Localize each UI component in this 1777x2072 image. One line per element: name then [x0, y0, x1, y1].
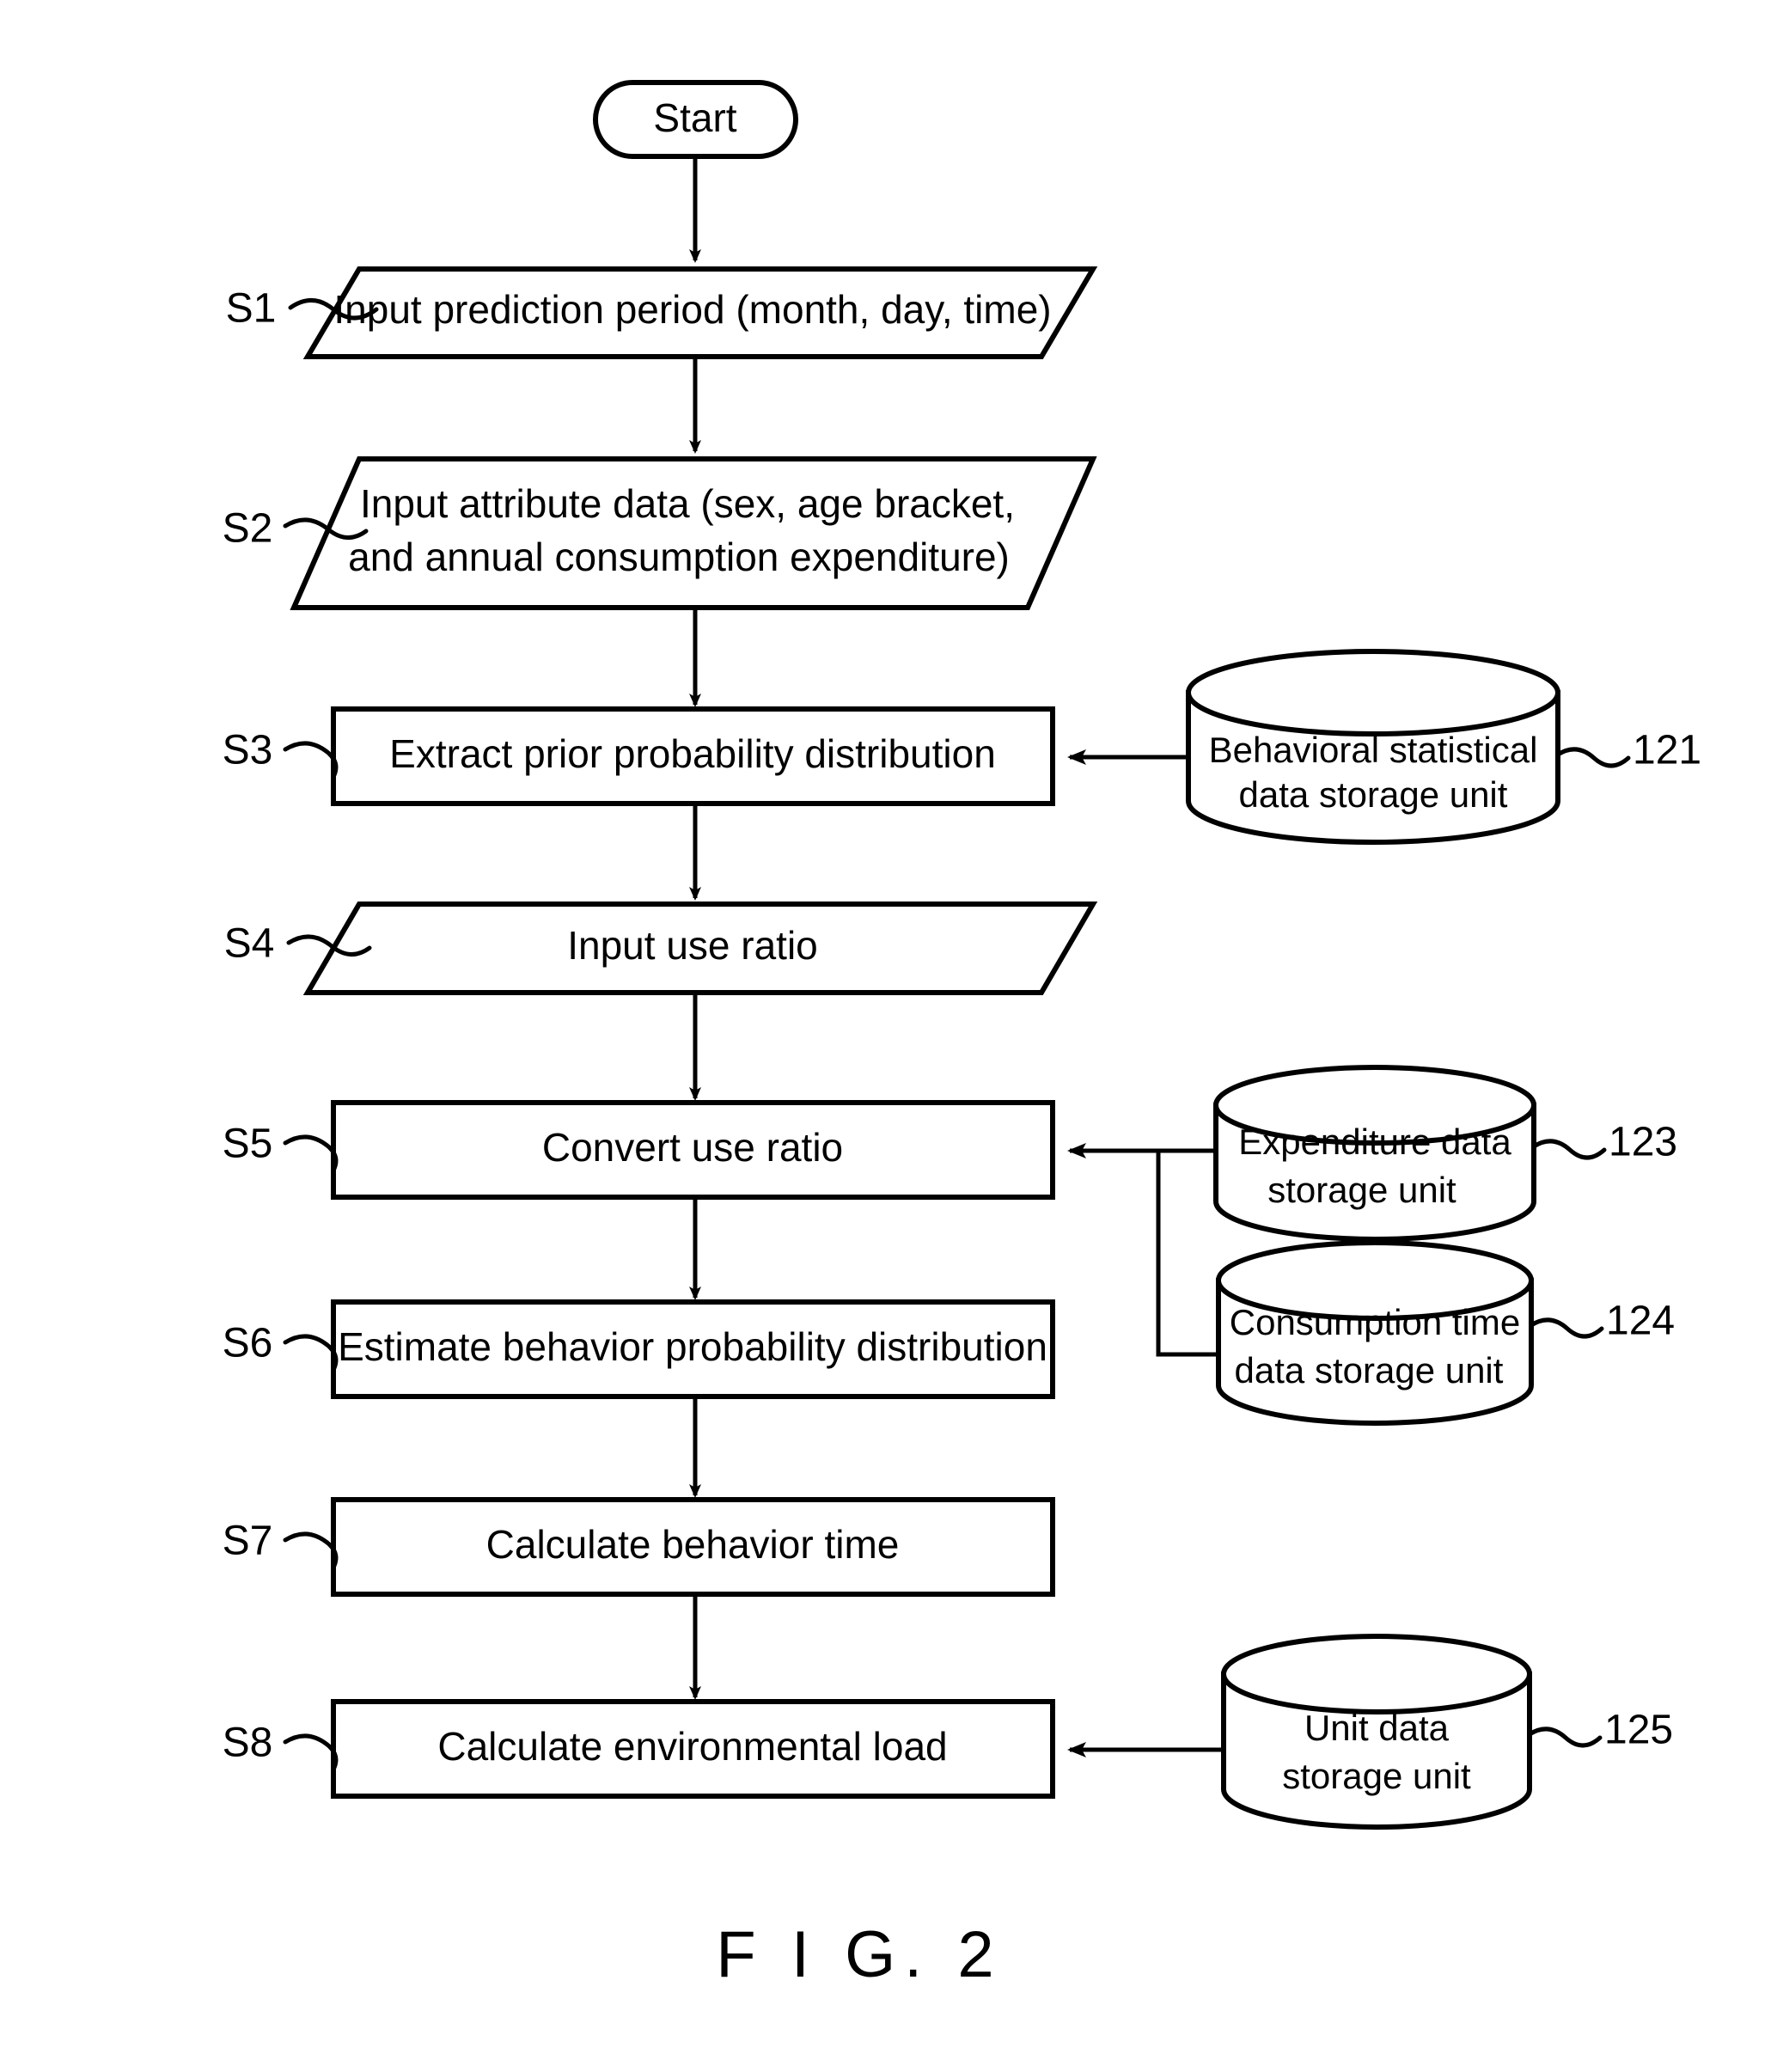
ref124-leader-squiggle: [1529, 1317, 1604, 1339]
ref-124-marker: 124: [1529, 1299, 1675, 1344]
db123-label-line2: storage unit: [1267, 1170, 1456, 1210]
s5-step-label: S5: [223, 1122, 273, 1167]
node-s1[interactable]: Input prediction period (month, day, tim…: [302, 266, 1098, 359]
s7-label: Calculate behavior time: [486, 1522, 900, 1567]
datastore-124[interactable]: Consumption time data storage unit: [1216, 1240, 1534, 1426]
db121-top: [1186, 649, 1560, 737]
s5-step-marker: S5: [223, 1122, 339, 1173]
s7-leader-squiggle: [283, 1531, 339, 1570]
s8-label: Calculate environmental load: [437, 1724, 947, 1769]
s6-label: Estimate behavior probability distributi…: [338, 1324, 1047, 1369]
s1-step-label: S1: [226, 286, 277, 332]
s6-step-label: S6: [223, 1321, 273, 1366]
s2-label-line2: and annual consumption expenditure): [348, 535, 1010, 579]
db121-label-line2: data storage unit: [1239, 774, 1508, 815]
ref121-leader-squiggle: [1555, 747, 1631, 768]
ref-125-marker: 125: [1527, 1708, 1673, 1753]
ref-123-label: 123: [1609, 1120, 1677, 1165]
s4-step-label: S4: [224, 921, 275, 967]
s8-leader-squiggle: [283, 1733, 339, 1772]
s7-step-marker: S7: [223, 1519, 339, 1570]
datastore-121[interactable]: Behavioral statistical data storage unit: [1186, 649, 1560, 845]
s2-step-label: S2: [223, 506, 273, 552]
db124-label-line1: Consumption time: [1230, 1302, 1520, 1342]
node-s3[interactable]: Extract prior probability distribution: [331, 706, 1055, 806]
db125-label-line2: storage unit: [1282, 1756, 1471, 1796]
s3-step-marker: S3: [223, 728, 339, 779]
node-s6[interactable]: Estimate behavior probability distributi…: [331, 1299, 1055, 1399]
node-s7[interactable]: Calculate behavior time: [331, 1497, 1055, 1597]
datastore-125[interactable]: Unit data storage unit: [1221, 1634, 1532, 1830]
db123-label-line1: Expenditure data: [1238, 1122, 1511, 1162]
db125-top: [1221, 1634, 1532, 1714]
s6-step-marker: S6: [223, 1321, 339, 1372]
ref123-leader-squiggle: [1531, 1139, 1607, 1160]
s8-step-marker: S8: [223, 1721, 339, 1772]
start-label: Start: [653, 95, 736, 140]
node-s5[interactable]: Convert use ratio: [331, 1100, 1055, 1200]
s8-step-label: S8: [223, 1721, 273, 1766]
s3-leader-squiggle: [283, 741, 339, 779]
ref-124-label: 124: [1606, 1299, 1675, 1344]
figure-page: Start Input prediction period (month, da…: [0, 0, 1777, 2072]
node-s8[interactable]: Calculate environmental load: [331, 1699, 1055, 1799]
s3-label: Extract prior probability distribution: [389, 731, 996, 776]
ref-121-marker: 121: [1555, 728, 1701, 773]
s2-label-line1: Input attribute data (sex, age bracket,: [360, 481, 1015, 526]
s7-step-label: S7: [223, 1519, 273, 1564]
node-start[interactable]: Start: [593, 80, 798, 159]
db121-label-line1: Behavioral statistical: [1209, 730, 1538, 770]
flowchart-canvas: Start Input prediction period (month, da…: [223, 80, 1701, 1991]
db125-label-line1: Unit data: [1304, 1708, 1450, 1748]
db124-label-line2: data storage unit: [1235, 1350, 1504, 1391]
ref-125-label: 125: [1604, 1708, 1673, 1753]
s6-leader-squiggle: [283, 1334, 339, 1372]
figure-caption: F I G. 2: [716, 1918, 1002, 1991]
s3-step-label: S3: [223, 728, 273, 773]
ref125-leader-squiggle: [1527, 1727, 1603, 1748]
s5-label: Convert use ratio: [542, 1125, 843, 1170]
connector-db124-to-s5: [1156, 1151, 1218, 1357]
node-s4[interactable]: Input use ratio: [302, 902, 1098, 995]
s4-label: Input use ratio: [567, 923, 818, 968]
ref-123-marker: 123: [1531, 1120, 1677, 1165]
datastore-123[interactable]: Expenditure data storage unit: [1213, 1065, 1536, 1242]
ref-121-label: 121: [1633, 728, 1701, 773]
s5-leader-squiggle: [283, 1134, 339, 1173]
node-s2[interactable]: Input attribute data (sex, age bracket, …: [290, 456, 1097, 610]
s1-label: Input prediction period (month, day, tim…: [333, 287, 1051, 332]
